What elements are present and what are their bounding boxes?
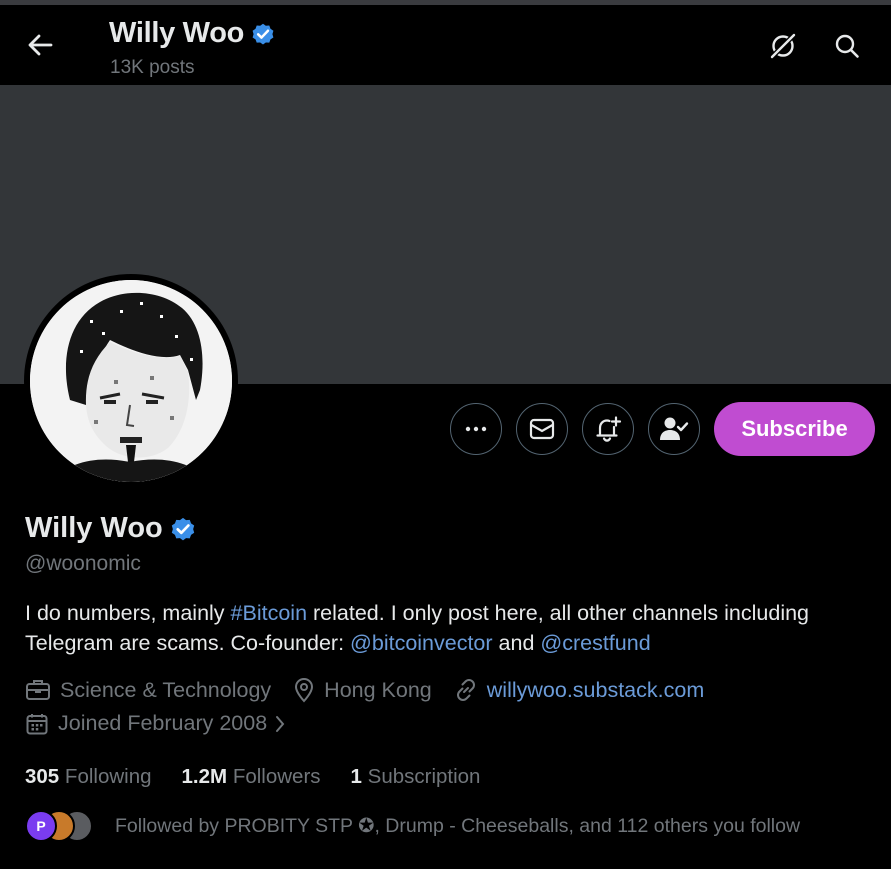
person-check-icon — [660, 417, 689, 440]
grok-button[interactable] — [766, 29, 800, 63]
followers-count: 1.2M — [181, 765, 228, 788]
avatar-frame — [24, 274, 238, 488]
followed-by-row: P Followed by PROBITY STP ✪, Drump - Che… — [25, 810, 800, 842]
following-count: 305 — [25, 765, 60, 788]
profile-joined-row: Joined February 2008 — [25, 711, 308, 736]
profile-joined[interactable]: Joined February 2008 — [25, 711, 286, 736]
profile-name: Willy Woo — [25, 512, 163, 544]
bio-mention-link[interactable]: @bitcoinvector — [350, 631, 493, 655]
bio-text: and — [492, 631, 541, 655]
back-button[interactable] — [20, 27, 60, 63]
category-text: Science & Technology — [60, 677, 272, 702]
followers-stat[interactable]: 1.2M Followers — [182, 765, 321, 789]
bio-text: I do numbers, mainly — [25, 601, 231, 625]
subscribe-button[interactable]: Subscribe — [714, 402, 875, 456]
subscriptions-stat[interactable]: 1 Subscription — [351, 765, 481, 789]
location-text: Hong Kong — [324, 677, 432, 702]
profile-meta-row: Science & Technology Hong Kong willywoo.… — [25, 677, 726, 703]
link-icon — [456, 679, 475, 701]
following-label: Following — [64, 765, 152, 788]
more-button[interactable] — [450, 403, 502, 455]
avatar[interactable] — [30, 280, 232, 482]
follower-avatar[interactable]: P — [25, 810, 57, 842]
header-post-count: 13K posts — [110, 57, 195, 78]
search-icon — [835, 34, 859, 58]
chevron-right-icon — [276, 715, 285, 732]
calendar-icon — [26, 713, 48, 734]
location-pin-icon — [295, 677, 314, 703]
header-title: Willy Woo — [109, 17, 276, 50]
following-button[interactable] — [648, 403, 700, 455]
profile-name-row: Willy Woo — [25, 512, 197, 545]
briefcase-icon — [26, 680, 50, 700]
joined-text: Joined February 2008 — [58, 711, 268, 735]
followed-by-text[interactable]: Followed by PROBITY STP ✪, Drump - Chees… — [115, 814, 800, 838]
followers-label: Followers — [232, 765, 321, 788]
header-name: Willy Woo — [109, 17, 245, 49]
bio-mention-link[interactable]: @crestfund — [540, 631, 650, 655]
following-stat[interactable]: 305 Following — [25, 765, 152, 789]
profile-category: Science & Technology — [25, 678, 271, 703]
profile-header-bar: Willy Woo 13K posts — [0, 5, 891, 85]
verified-badge-icon — [252, 23, 274, 45]
bell-plus-icon — [596, 416, 622, 442]
mail-icon — [529, 418, 555, 440]
verified-badge-icon[interactable] — [169, 515, 197, 543]
profile-website: willywoo.substack.com — [454, 678, 704, 703]
more-icon — [465, 426, 487, 432]
profile-location: Hong Kong — [293, 677, 432, 703]
profile-stats: 305 Following 1.2M Followers 1 Subscript… — [25, 765, 510, 789]
subscription-count: 1 — [350, 765, 362, 788]
profile-bio: I do numbers, mainly #Bitcoin related. I… — [25, 598, 885, 658]
search-button[interactable] — [830, 29, 864, 63]
bio-hashtag-link[interactable]: #Bitcoin — [231, 601, 308, 625]
website-link[interactable]: willywoo.substack.com — [487, 678, 704, 703]
avatar-image — [30, 280, 232, 482]
grok-icon — [770, 33, 796, 59]
message-button[interactable] — [516, 403, 568, 455]
profile-handle: @woonomic — [25, 552, 141, 575]
notify-button[interactable] — [582, 403, 634, 455]
back-arrow-icon — [28, 34, 53, 56]
subscription-label: Subscription — [367, 765, 481, 788]
